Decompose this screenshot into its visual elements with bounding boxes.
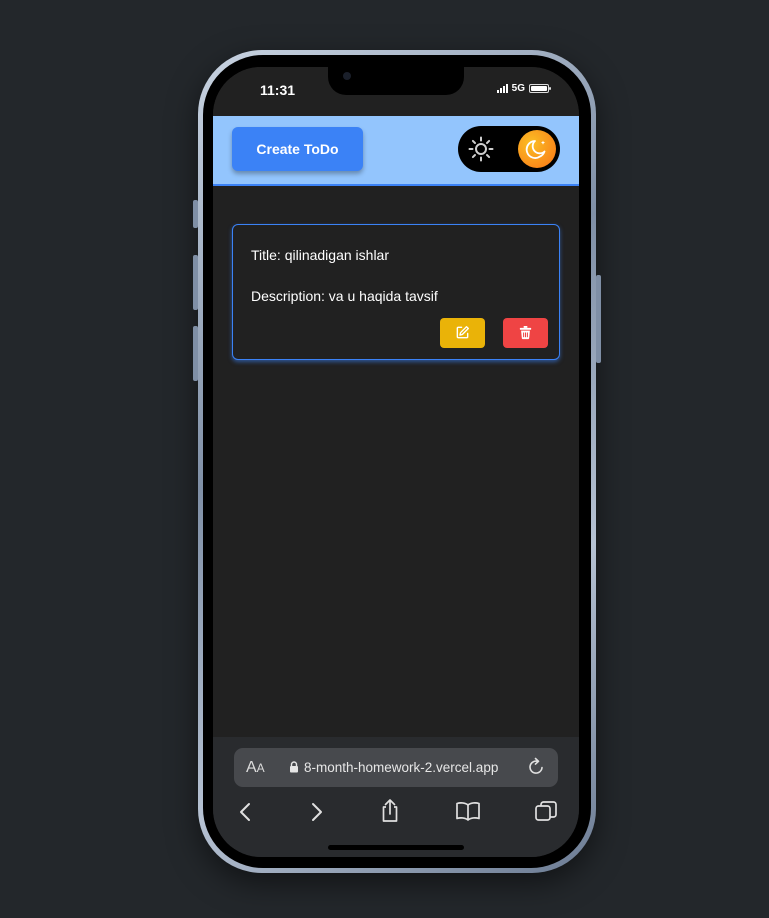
home-indicator	[328, 845, 464, 850]
phone-volume-down	[193, 326, 198, 381]
tabs-icon[interactable]	[534, 800, 558, 824]
theme-toggle-knob[interactable]	[518, 130, 556, 168]
app-header: Create ToDo	[213, 116, 579, 186]
share-icon[interactable]	[379, 798, 401, 824]
text-size-label-large: A	[246, 759, 257, 776]
forward-icon[interactable]	[306, 800, 326, 824]
signal-icon	[496, 84, 508, 93]
todo-description: Description: va u haqida tavsif	[251, 288, 438, 304]
edit-todo-button[interactable]	[440, 318, 485, 348]
address-bar[interactable]: AA 8-month-homework-2.vercel.app	[234, 748, 558, 787]
trash-icon	[519, 325, 532, 340]
notch	[328, 67, 464, 95]
phone-volume-up	[193, 255, 198, 310]
front-camera	[343, 72, 351, 80]
status-indicators: 5G	[496, 83, 551, 94]
back-icon[interactable]	[236, 800, 256, 824]
phone-power-button	[596, 275, 601, 363]
delete-todo-button[interactable]	[503, 318, 548, 348]
todo-title: Title: qilinadigan ishlar	[251, 247, 389, 263]
reload-icon[interactable]	[526, 757, 546, 777]
todo-card: Title: qilinadigan ishlar Description: v…	[232, 224, 560, 360]
browser-toolbar: AA 8-month-homework-2.vercel.app	[213, 737, 579, 857]
theme-toggle[interactable]	[458, 126, 560, 172]
lock-icon	[290, 761, 298, 773]
create-todo-button[interactable]: Create ToDo	[232, 127, 363, 171]
phone-silent-switch	[193, 200, 198, 228]
text-size-button[interactable]: AA	[246, 759, 265, 777]
bookmarks-icon[interactable]	[455, 800, 481, 822]
sun-icon	[468, 136, 494, 162]
moon-icon	[525, 140, 546, 159]
edit-icon	[456, 325, 470, 339]
network-type: 5G	[511, 83, 525, 94]
text-size-label-small: A	[256, 761, 265, 775]
phone-screen: 11:31 5G Create ToDo Title: qilinadigan …	[213, 67, 579, 857]
browser-nav	[213, 798, 579, 830]
status-time: 11:31	[260, 82, 296, 98]
battery-icon	[529, 84, 551, 93]
status-bar: 11:31 5G	[213, 67, 579, 116]
url-text: 8-month-homework-2.vercel.app	[304, 760, 499, 775]
